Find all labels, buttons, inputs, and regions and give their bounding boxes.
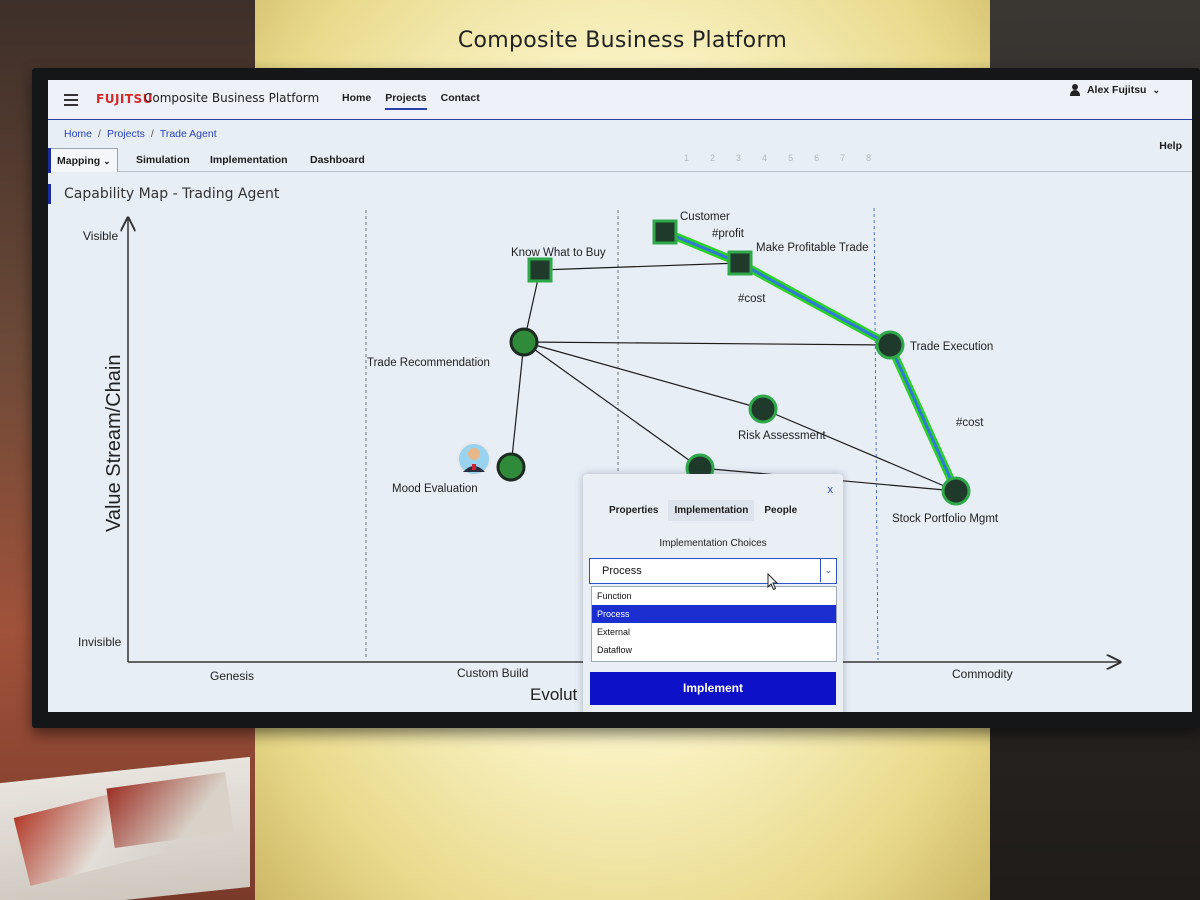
node-make-profitable-trade[interactable] xyxy=(727,250,753,276)
person-avatar-icon[interactable] xyxy=(457,442,491,476)
label-trade-execution: Trade Execution xyxy=(910,341,993,353)
label-make-profitable-trade: Make Profitable Trade xyxy=(756,242,869,254)
link xyxy=(523,341,891,346)
y-axis-top-label: Visible xyxy=(83,229,118,243)
stage-commodity: Commodity xyxy=(952,667,1013,681)
flow-inner xyxy=(664,230,958,492)
node-mood-evaluation[interactable] xyxy=(496,452,526,482)
label-customer: Customer xyxy=(680,211,730,223)
dialog-tab-implementation[interactable]: Implementation xyxy=(668,500,755,521)
stage-genesis: Genesis xyxy=(210,669,254,683)
y-axis-bottom-label: Invisible xyxy=(78,635,122,649)
link xyxy=(539,262,741,271)
label-trade-recommendation: Trade Recommendation xyxy=(367,357,490,369)
value-flow-path xyxy=(663,228,960,493)
implementation-options-list: Function Process External Dataflow xyxy=(591,586,837,662)
node-risk-assessment[interactable] xyxy=(748,394,778,424)
option-process[interactable]: Process xyxy=(592,605,836,623)
booth-title: Composite Business Platform xyxy=(457,28,788,53)
app-screen: FUJITSU Composite Business Platform Home… xyxy=(48,80,1192,712)
node-details-dialog: x Properties Implementation People Imple… xyxy=(583,474,843,712)
dialog-tab-people[interactable]: People xyxy=(758,500,803,521)
dialog-tab-properties[interactable]: Properties xyxy=(603,500,664,521)
dependency-links xyxy=(510,262,957,492)
x-axis-title: Evolut xyxy=(530,685,578,704)
option-dataflow[interactable]: Dataflow xyxy=(592,641,836,659)
link xyxy=(523,341,764,410)
node-trade-recommendation[interactable] xyxy=(509,327,539,357)
tag-cost-top: #cost xyxy=(738,293,766,305)
node-trade-execution[interactable] xyxy=(875,330,905,360)
label-know-what-to-buy: Know What to Buy xyxy=(511,247,606,259)
implementation-choices-label: Implementation Choices xyxy=(659,538,767,549)
node-stock-portfolio-mgmt[interactable] xyxy=(941,476,971,506)
label-stock-portfolio-mgmt: Stock Portfolio Mgmt xyxy=(892,513,999,525)
implement-button[interactable]: Implement xyxy=(590,672,836,705)
link xyxy=(510,341,525,468)
label-risk-assessment: Risk Assessment xyxy=(738,430,826,442)
dialog-tabs: Properties Implementation People xyxy=(603,500,803,521)
implementation-select-value: Process xyxy=(602,565,642,577)
close-icon[interactable]: x xyxy=(828,484,834,496)
mouse-cursor-icon xyxy=(767,573,779,591)
flow-outer xyxy=(663,228,960,493)
stage-divider xyxy=(873,207,879,661)
tag-cost-right: #cost xyxy=(956,417,984,429)
option-function[interactable]: Function xyxy=(592,587,836,605)
label-mood-evaluation: Mood Evaluation xyxy=(392,483,478,495)
option-external[interactable]: External xyxy=(592,623,836,641)
node-know-what-to-buy[interactable] xyxy=(527,257,553,283)
tag-profit: #profit xyxy=(712,228,745,240)
y-axis-title: Value Stream/Chain xyxy=(103,355,125,533)
stage-custom-build: Custom Build xyxy=(457,666,528,680)
implementation-select[interactable]: Process ⌄ xyxy=(589,558,837,584)
node-customer[interactable] xyxy=(652,219,678,245)
link xyxy=(523,341,701,469)
chevron-down-icon[interactable]: ⌄ xyxy=(820,559,836,582)
